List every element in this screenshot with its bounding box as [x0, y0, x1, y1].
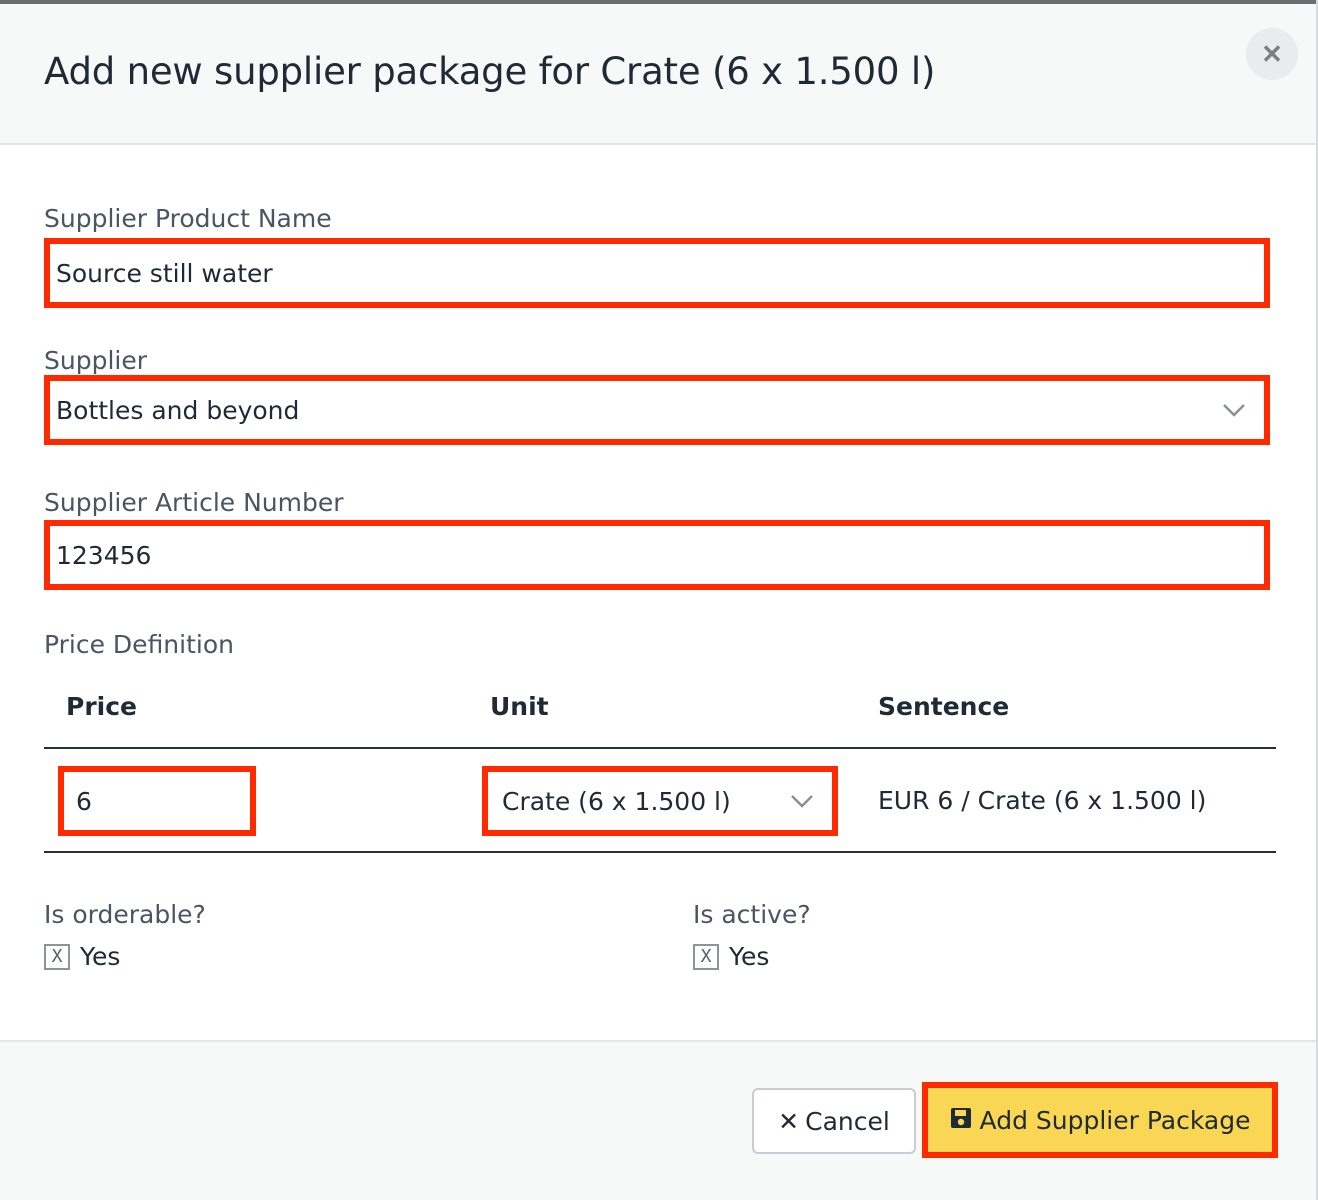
- close-icon: ✕: [778, 1106, 800, 1136]
- supplier-label: Supplier: [44, 346, 148, 375]
- unit-select[interactable]: Crate (6 x 1.500 l): [488, 772, 832, 830]
- modal-header: Add new supplier package for Crate (6 x …: [0, 4, 1316, 145]
- orderable-checkbox[interactable]: X: [44, 943, 70, 970]
- supplier-package-modal: Add new supplier package for Crate (6 x …: [0, 0, 1318, 1200]
- price-field-wrapper: [58, 766, 256, 836]
- article-number-field-wrapper: [44, 520, 1270, 590]
- active-option-label: Yes: [729, 942, 770, 971]
- price-sentence: EUR 6 / Crate (6 x 1.500 l): [878, 786, 1207, 815]
- unit-select-wrapper: Crate (6 x 1.500 l): [482, 766, 838, 836]
- modal-title: Add new supplier package for Crate (6 x …: [44, 50, 936, 93]
- supplier-select-wrapper: Bottles and beyond: [44, 375, 1270, 445]
- add-button-wrapper: Add Supplier Package: [922, 1082, 1278, 1158]
- add-supplier-package-button[interactable]: Add Supplier Package: [928, 1088, 1272, 1152]
- chevron-down-icon: [1222, 398, 1246, 422]
- article-number-input[interactable]: [50, 526, 1264, 584]
- supplier-select[interactable]: Bottles and beyond: [50, 381, 1264, 439]
- column-header-price: Price: [66, 692, 137, 721]
- table-bottom-divider: [44, 851, 1276, 853]
- active-option[interactable]: X Yes: [693, 942, 769, 971]
- active-checkbox[interactable]: X: [693, 943, 719, 970]
- add-supplier-package-label: Add Supplier Package: [979, 1105, 1251, 1135]
- product-name-label: Supplier Product Name: [44, 204, 332, 233]
- product-name-input[interactable]: [50, 244, 1264, 302]
- active-label: Is active?: [693, 900, 811, 929]
- orderable-option-label: Yes: [80, 942, 121, 971]
- chevron-down-icon: [790, 789, 814, 813]
- article-number-label: Supplier Article Number: [44, 488, 344, 517]
- unit-selected-value: Crate (6 x 1.500 l): [502, 786, 731, 816]
- price-definition-label: Price Definition: [44, 630, 234, 659]
- orderable-option[interactable]: X Yes: [44, 942, 120, 971]
- supplier-selected-value: Bottles and beyond: [56, 395, 300, 425]
- close-button[interactable]: ✕: [1246, 28, 1298, 80]
- save-icon: [950, 1106, 972, 1135]
- table-header-divider: [44, 747, 1276, 749]
- price-input[interactable]: [64, 772, 250, 830]
- close-icon: ✕: [1261, 38, 1283, 69]
- column-header-unit: Unit: [490, 692, 549, 721]
- cancel-button[interactable]: ✕ Cancel: [752, 1088, 916, 1154]
- product-name-field-wrapper: [44, 238, 1270, 308]
- orderable-label: Is orderable?: [44, 900, 206, 929]
- cancel-label: Cancel: [805, 1106, 890, 1136]
- column-header-sentence: Sentence: [878, 692, 1010, 721]
